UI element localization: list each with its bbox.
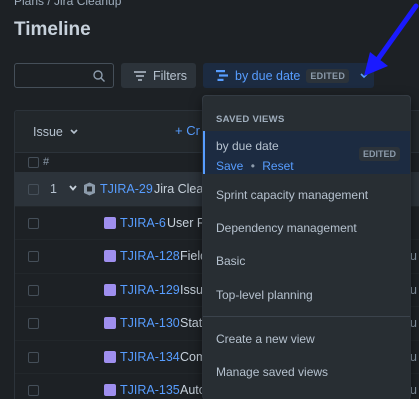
active-view-name: by due date [216,139,279,153]
row-checkbox[interactable] [28,351,39,363]
issue-key-link[interactable]: TJIRA-129 [120,283,180,297]
issue-key-link[interactable]: TJIRA-128 [120,249,180,263]
chevron-down-icon[interactable] [68,183,78,193]
row-checkbox[interactable] [28,318,39,329]
story-icon [104,317,116,329]
select-all-checkbox[interactable] [28,157,39,168]
row-checkbox[interactable] [28,385,39,396]
menu-item-basic[interactable]: Basic [203,254,410,268]
row-checkbox[interactable] [28,184,39,195]
issue-key-link[interactable]: TJIRA-6 [120,216,166,230]
create-button[interactable]: + Cr [175,123,200,138]
view-label: by due date [235,68,301,83]
rank-column-header: # [43,156,50,168]
issue-key-link[interactable]: TJIRA-134 [120,350,180,364]
menu-item-sprint-capacity[interactable]: Sprint capacity management [203,188,410,202]
epic-icon [84,182,95,196]
issue-key-link[interactable]: TJIRA-29 [100,182,153,196]
menu-item-create-view[interactable]: Create a new view [203,332,410,346]
issue-header-label: Issue [33,125,63,139]
issue-column-button[interactable]: Issue [33,125,79,139]
search-input[interactable] [14,63,114,88]
page-title: Timeline [14,19,91,40]
menu-item-manage-views[interactable]: Manage saved views [203,365,410,379]
edited-badge: EDITED [306,68,350,83]
issue-summary: Jira Clean [154,182,211,196]
reset-view-link[interactable]: Reset [262,159,293,173]
saved-views-heading: SAVED VIEWS [216,114,285,125]
row-checkbox[interactable] [28,217,39,229]
edited-badge: EDITED [358,147,400,161]
filters-label: Filters [153,68,188,83]
story-icon [104,250,116,262]
menu-item-dependency-management[interactable]: Dependency management [203,221,410,235]
menu-item-top-level-planning[interactable]: Top-level planning [203,288,410,302]
search-icon [93,70,105,82]
row-checkbox[interactable] [28,251,39,262]
issue-key-link[interactable]: TJIRA-130 [120,316,180,330]
row-checkbox[interactable] [28,284,39,296]
separator-dot: • [250,159,255,173]
breadcrumb[interactable]: Plans / Jira Cleanup [14,0,121,8]
saved-views-dropdown: SAVED VIEWS by due date EDITED Save • Re… [203,96,410,399]
save-view-link[interactable]: Save [216,159,243,173]
active-view-item[interactable]: by due date EDITED Save • Reset [203,131,410,174]
filter-icon [134,70,146,81]
story-icon [104,216,116,229]
active-view-actions: Save • Reset [216,159,294,173]
story-icon [104,384,116,396]
annotation-arrow-icon [364,3,419,76]
view-selector-button[interactable]: by due date EDITED [203,63,374,88]
row-edge-text: u [410,349,417,364]
menu-divider [203,316,410,317]
row-edge-text: u [410,383,417,397]
chevron-down-icon [70,129,78,135]
filters-button[interactable]: Filters [121,63,196,88]
timeline-view-icon [216,70,228,81]
row-edge-text: u [410,249,417,263]
story-icon [104,350,116,363]
story-icon [104,283,116,296]
issue-key-link[interactable]: TJIRA-135 [120,383,180,397]
row-number: 1 [50,182,57,196]
row-edge-text: u [410,316,417,330]
row-edge-text: u [410,282,417,297]
